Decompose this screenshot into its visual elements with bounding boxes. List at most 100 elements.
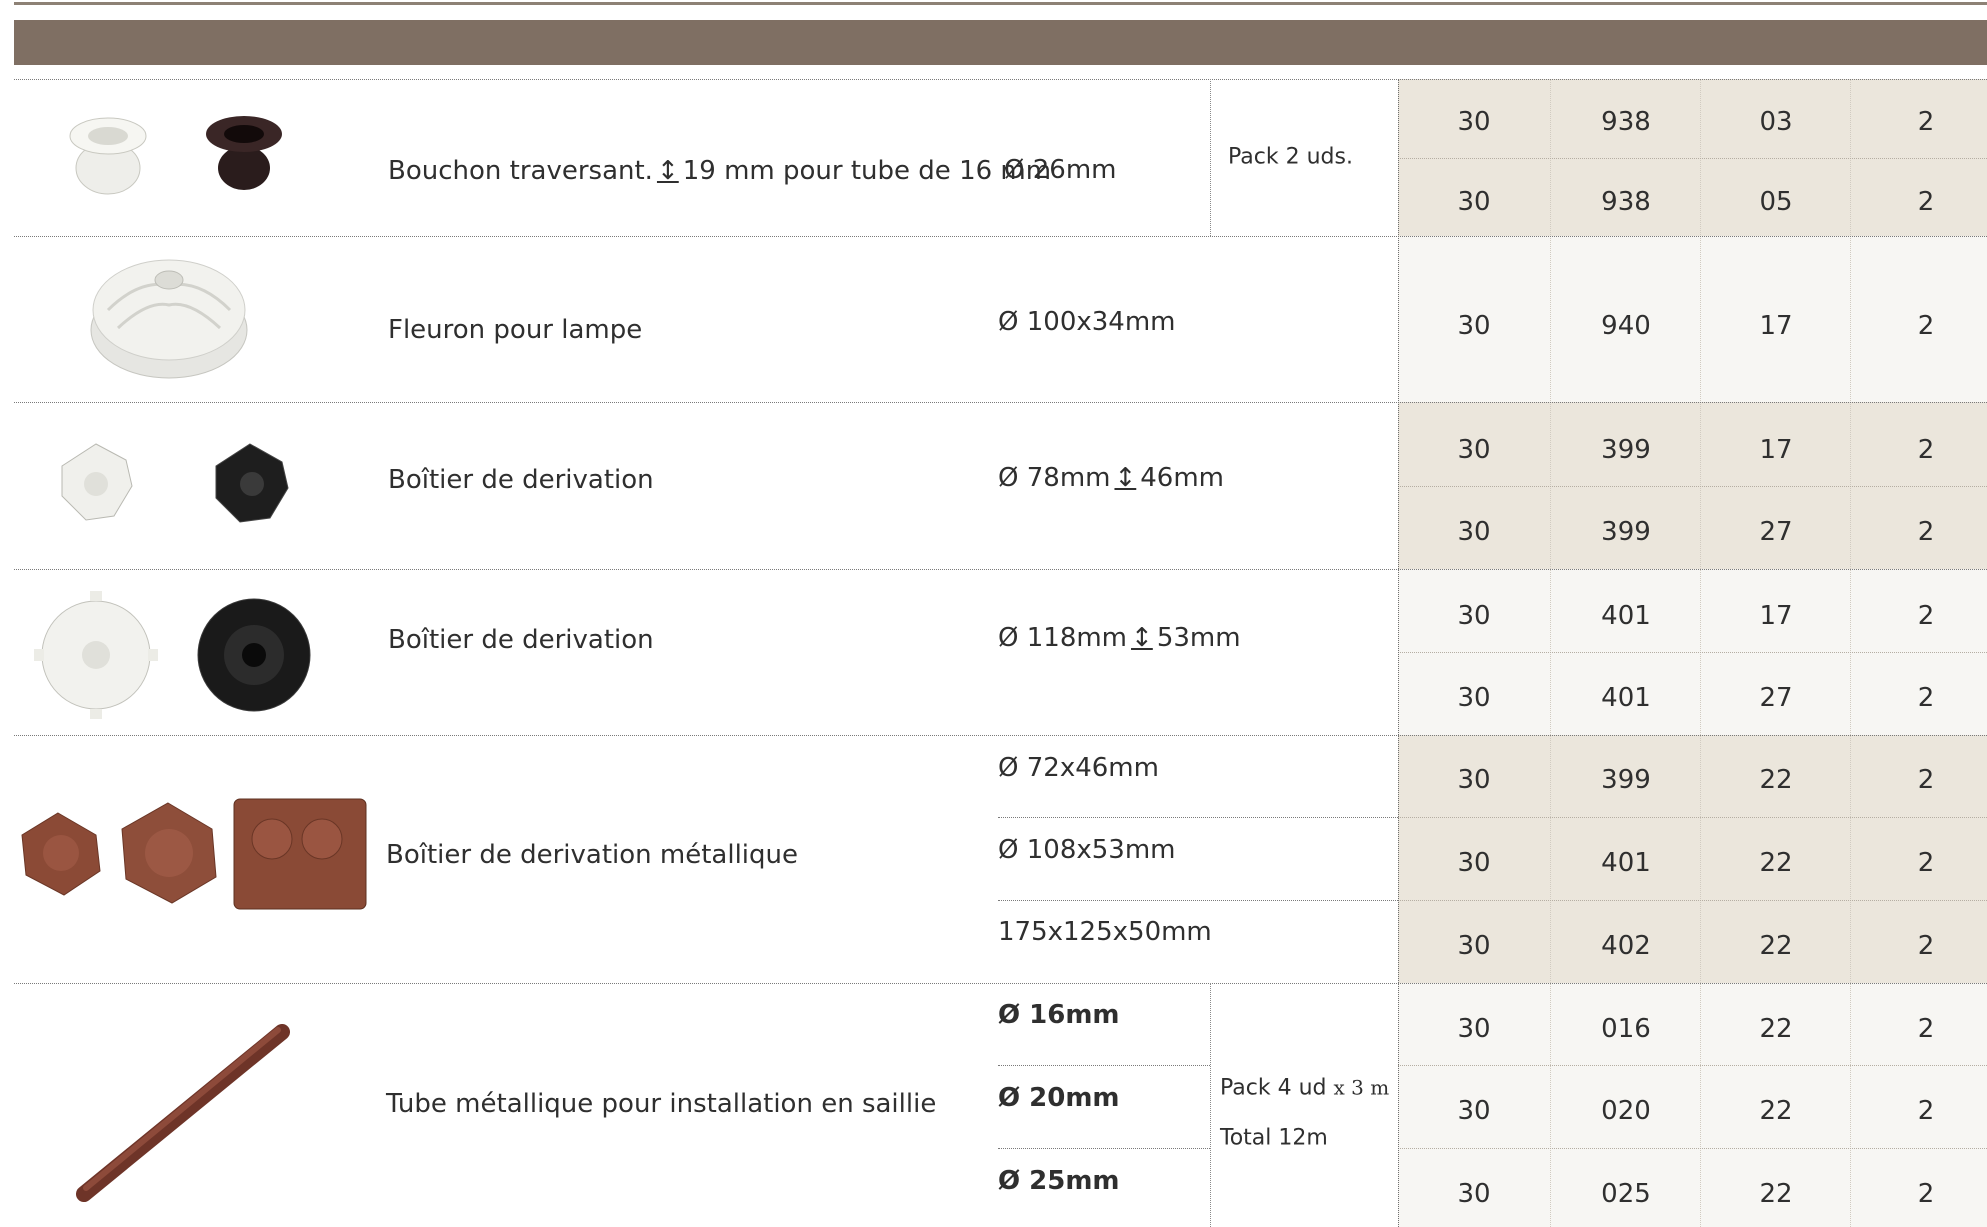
- dimension-separator: [998, 817, 1398, 818]
- row-3-description: Boîtier de derivation: [388, 465, 654, 495]
- code-cell: 22: [1759, 848, 1793, 878]
- code-cell: 2: [1917, 187, 1935, 217]
- row-5-dimension: 175x125x50mm: [998, 917, 1212, 947]
- code-cell: 2: [1917, 683, 1935, 713]
- row-6-pack: Pack 4 ud x 3 m Total 12m: [1220, 1075, 1390, 1151]
- row-5-description: Boîtier de derivation métallique: [386, 840, 799, 870]
- code-cell: 2: [1917, 517, 1935, 547]
- code-cell: 2: [1917, 107, 1935, 137]
- code-cell: 938: [1601, 187, 1651, 217]
- row-6-description: Tube métallique pour installation en sai…: [386, 1089, 937, 1119]
- product-image-metal-tube: [76, 1024, 290, 1202]
- product-image-ceiling-rose: [90, 259, 248, 379]
- code-cell: 30: [1457, 187, 1491, 217]
- code-cell: 2: [1917, 601, 1935, 631]
- code-cell: 05: [1759, 187, 1793, 217]
- product-image-metal-junction-boxes: [21, 798, 367, 910]
- code-cell: 27: [1759, 683, 1793, 713]
- dimension-separator: [998, 1065, 1210, 1066]
- code-cell: 2: [1917, 848, 1935, 878]
- code-cell: 22: [1759, 1096, 1793, 1126]
- row-1-pack: Pack 2 uds.: [1228, 144, 1353, 170]
- pack-border: [1210, 983, 1211, 1227]
- code-cell: 2: [1917, 765, 1935, 795]
- subrow-separator: [1398, 1148, 1987, 1149]
- code-cell: 2: [1917, 1179, 1935, 1209]
- code-cell: 2: [1917, 1096, 1935, 1126]
- row-separator: [14, 79, 1987, 80]
- column-separator: [1700, 79, 1701, 1227]
- row-2-description: Fleuron pour lampe: [388, 315, 643, 345]
- code-cell: 30: [1457, 601, 1491, 631]
- code-cell: 22: [1759, 931, 1793, 961]
- code-cell: 17: [1759, 435, 1793, 465]
- code-cell: 30: [1457, 1096, 1491, 1126]
- header-band: [14, 20, 1987, 65]
- code-cell: 03: [1759, 107, 1793, 137]
- code-cell: 17: [1759, 311, 1793, 341]
- row-5-dimension: Ø 72x46mm: [998, 753, 1159, 783]
- code-cell: 30: [1457, 765, 1491, 795]
- code-cell: 938: [1601, 107, 1651, 137]
- subrow-separator: [1398, 817, 1987, 818]
- code-cell: 17: [1759, 601, 1793, 631]
- subrow-separator: [1398, 486, 1987, 487]
- code-cell: 401: [1601, 683, 1651, 713]
- code-cell: 30: [1457, 311, 1491, 341]
- row-separator: [14, 236, 1987, 237]
- row-6-dimension: Ø 16mm: [998, 1000, 1120, 1030]
- subrow-separator: [1398, 652, 1987, 653]
- subrow-separator: [1398, 1065, 1987, 1066]
- subrow-separator: [1398, 900, 1987, 901]
- row-4-dimension: Ø 118mm ↕ 53mm: [998, 623, 1241, 653]
- height-arrow-icon: ↕: [1114, 463, 1137, 493]
- row-3-dimension: Ø 78mm ↕ 46mm: [998, 463, 1225, 493]
- code-cell: 22: [1759, 1179, 1793, 1209]
- row-6-dimension: Ø 20mm: [998, 1083, 1120, 1113]
- row-separator: [14, 983, 1987, 984]
- code-cell: 025: [1601, 1179, 1651, 1209]
- codes-left-border: [1398, 79, 1399, 1227]
- code-cell: 2: [1917, 435, 1935, 465]
- code-cell: 401: [1601, 601, 1651, 631]
- code-cell: 016: [1601, 1014, 1651, 1044]
- column-separator: [1850, 79, 1851, 1227]
- row-1-dimension: Ø 26mm: [1004, 155, 1117, 185]
- row-separator: [14, 569, 1987, 570]
- subrow-separator: [1398, 158, 1987, 159]
- row-separator: [14, 735, 1987, 736]
- code-cell: 30: [1457, 107, 1491, 137]
- code-cell: 30: [1457, 1179, 1491, 1209]
- top-rule: [14, 2, 1987, 5]
- row-separator: [14, 402, 1987, 403]
- code-cell: 30: [1457, 517, 1491, 547]
- code-cell: 399: [1601, 765, 1651, 795]
- code-cell: 940: [1601, 311, 1651, 341]
- code-cell: 399: [1601, 435, 1651, 465]
- dimension-separator: [998, 1148, 1210, 1149]
- code-cell: 402: [1601, 931, 1651, 961]
- row-2-dimension: Ø 100x34mm: [998, 307, 1176, 337]
- row-4-description: Boîtier de derivation: [388, 625, 654, 655]
- code-cell: 22: [1759, 1014, 1793, 1044]
- row-5-dimension: Ø 108x53mm: [998, 835, 1176, 865]
- column-separator: [1550, 79, 1551, 1227]
- code-cell: 27: [1759, 517, 1793, 547]
- row-6-dimension: Ø 25mm: [998, 1166, 1120, 1196]
- product-image-junction-boxes-small: [61, 443, 289, 523]
- height-arrow-icon: ↕: [1131, 623, 1153, 653]
- code-cell: 2: [1917, 931, 1935, 961]
- code-cell: 2: [1917, 311, 1935, 341]
- code-cell: 30: [1457, 1014, 1491, 1044]
- code-cell: 2: [1917, 1014, 1935, 1044]
- code-cell: 401: [1601, 848, 1651, 878]
- height-arrow-icon: ↕: [656, 156, 679, 186]
- code-cell: 30: [1457, 848, 1491, 878]
- code-cell: 399: [1601, 517, 1651, 547]
- dimension-separator: [998, 900, 1398, 901]
- code-cell: 30: [1457, 931, 1491, 961]
- pack-border: [1210, 79, 1211, 236]
- code-cell: 30: [1457, 683, 1491, 713]
- product-image-junction-boxes-large: [34, 591, 311, 719]
- code-cell: 30: [1457, 435, 1491, 465]
